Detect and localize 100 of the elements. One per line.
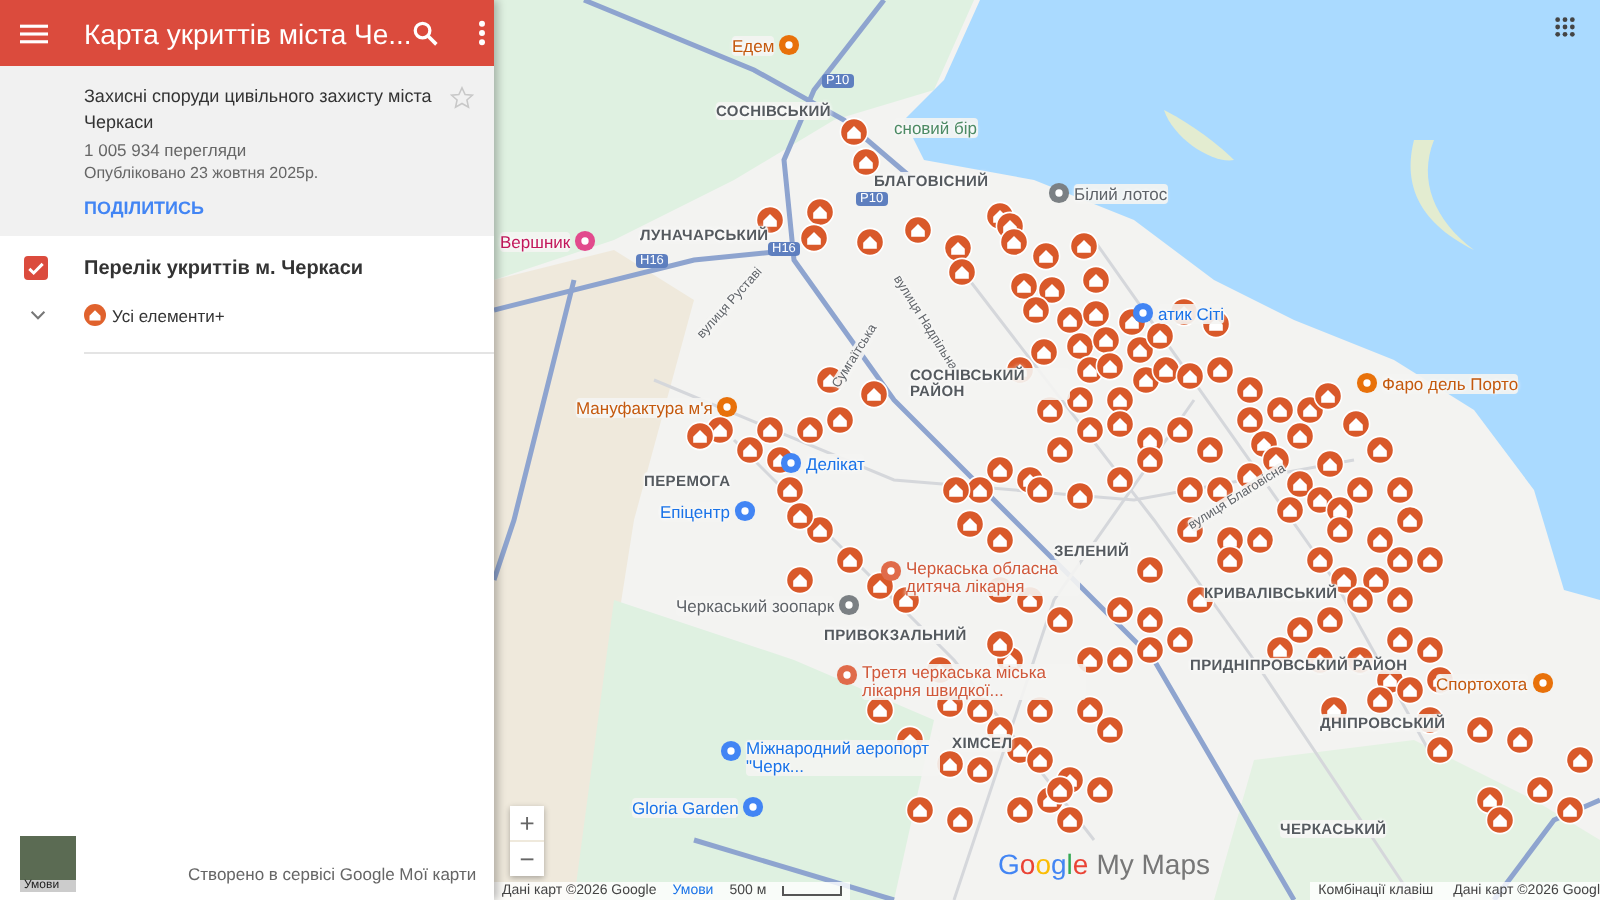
star-icon[interactable] [450,86,474,110]
shelter-marker-icon[interactable] [945,805,975,835]
shelter-marker-icon[interactable] [1415,545,1445,575]
shelter-marker-icon[interactable] [903,215,933,245]
shelter-marker-icon[interactable] [1465,715,1495,745]
shelter-marker-icon[interactable] [1029,337,1059,367]
shelter-marker-icon[interactable] [985,525,1015,555]
shelter-marker-icon[interactable] [1341,409,1371,439]
shelter-marker-icon[interactable] [1555,795,1585,825]
place-pin-icon[interactable] [742,796,765,818]
shelter-marker-icon[interactable] [1085,775,1115,805]
shelter-marker-icon[interactable] [839,117,869,147]
place-pin-icon[interactable] [720,740,742,762]
shelter-marker-icon[interactable] [1285,421,1315,451]
shelter-marker-icon[interactable] [1105,595,1135,625]
shelter-marker-icon[interactable] [1565,745,1595,775]
shelter-marker-icon[interactable] [1315,605,1345,635]
layer-checkbox[interactable] [24,256,48,280]
shelter-marker-icon[interactable] [1021,295,1051,325]
shelter-marker-icon[interactable] [1031,241,1061,271]
shelter-marker-icon[interactable] [999,227,1029,257]
shelter-marker-icon[interactable] [1025,475,1055,505]
shelter-marker-icon[interactable] [1045,775,1075,805]
menu-icon[interactable] [20,23,48,43]
shelter-marker-icon[interactable] [1385,545,1415,575]
shelter-marker-icon[interactable] [1235,461,1265,491]
shelter-marker-icon[interactable] [1165,625,1195,655]
shelter-marker-icon[interactable] [1205,355,1235,385]
shelter-marker-icon[interactable] [1395,675,1425,705]
zoom-out-button[interactable]: − [510,842,544,876]
shelter-marker-icon[interactable] [1081,299,1111,329]
shelter-marker-icon[interactable] [985,455,1015,485]
shelter-marker-icon[interactable] [775,475,805,505]
shelter-marker-icon[interactable] [1195,435,1225,465]
shelter-marker-icon[interactable] [1365,525,1395,555]
shelter-marker-icon[interactable] [1095,715,1125,745]
shelter-marker-icon[interactable] [1235,405,1265,435]
shelter-marker-icon[interactable] [1135,445,1165,475]
shelter-marker-icon[interactable] [1045,435,1075,465]
shelter-marker-icon[interactable] [905,795,935,825]
shelter-marker-icon[interactable] [785,565,815,595]
shelter-marker-icon[interactable] [1145,321,1175,351]
shelter-marker-icon[interactable] [1095,351,1125,381]
place-pin-icon[interactable] [733,500,756,522]
shelter-marker-icon[interactable] [1215,545,1245,575]
shelter-marker-icon[interactable] [965,755,995,785]
shelter-marker-icon[interactable] [1091,325,1121,355]
style-link[interactable]: Усі елементи+ [112,305,225,325]
caret-icon[interactable] [30,310,46,320]
place-pin-icon[interactable] [838,594,861,616]
shelter-marker-icon[interactable] [1065,481,1095,511]
place-pin-icon[interactable] [1048,182,1070,204]
place-pin-icon[interactable] [836,664,858,686]
shelter-marker-icon[interactable] [735,435,765,465]
shelter-marker-icon[interactable] [1525,775,1555,805]
shelter-marker-icon[interactable] [1485,805,1515,835]
place-pin-icon[interactable] [880,560,902,582]
shelter-marker-icon[interactable] [1345,585,1375,615]
shelter-marker-icon[interactable] [1365,685,1395,715]
place-pin-icon[interactable] [1132,302,1154,324]
shelter-marker-icon[interactable] [835,545,865,575]
layer-name[interactable]: Перелік укриттів м. Черкаси [84,257,364,279]
shelter-marker-icon[interactable] [1395,505,1425,535]
shelter-marker-icon[interactable] [1235,375,1265,405]
shelter-marker-icon[interactable] [855,227,885,257]
shelter-marker-icon[interactable] [1009,271,1039,301]
shelter-marker-icon[interactable] [1005,795,1035,825]
place-pin-icon[interactable] [780,452,802,474]
shelter-marker-icon[interactable] [755,415,785,445]
place-pin-icon[interactable] [1531,672,1554,694]
shelter-marker-icon[interactable] [1105,409,1135,439]
search-icon[interactable] [411,20,438,46]
shelter-marker-icon[interactable] [1135,555,1165,585]
place-pin-icon[interactable] [1356,372,1378,394]
shelter-marker-icon[interactable] [1385,625,1415,655]
shelter-marker-icon[interactable] [825,405,855,435]
shelter-marker-icon[interactable] [1105,645,1135,675]
more-icon[interactable] [477,20,486,46]
shelter-marker-icon[interactable] [1105,465,1135,495]
shelter-marker-icon[interactable] [1313,381,1343,411]
shelter-marker-icon[interactable] [1135,635,1165,665]
shelter-marker-icon[interactable] [1285,615,1315,645]
shelter-marker-icon[interactable] [785,501,815,531]
shelter-marker-icon[interactable] [1365,435,1395,465]
shelter-marker-icon[interactable] [1305,545,1335,575]
shelter-marker-icon[interactable] [1425,735,1455,765]
shelter-marker-icon[interactable] [1075,415,1105,445]
shelter-marker-icon[interactable] [985,629,1015,659]
shelter-marker-icon[interactable] [1315,449,1345,479]
shelter-marker-icon[interactable] [947,257,977,287]
shelter-marker-icon[interactable] [941,475,971,505]
shelter-marker-icon[interactable] [799,223,829,253]
shelter-marker-icon[interactable] [1055,805,1085,835]
shelter-marker-icon[interactable] [1415,635,1445,665]
shelter-marker-icon[interactable] [1135,605,1165,635]
shelter-marker-icon[interactable] [955,509,985,539]
shelter-marker-icon[interactable] [1385,585,1415,615]
shelter-marker-icon[interactable] [1069,231,1099,261]
place-pin-icon[interactable] [778,34,801,56]
grid-icon[interactable] [1554,16,1576,38]
